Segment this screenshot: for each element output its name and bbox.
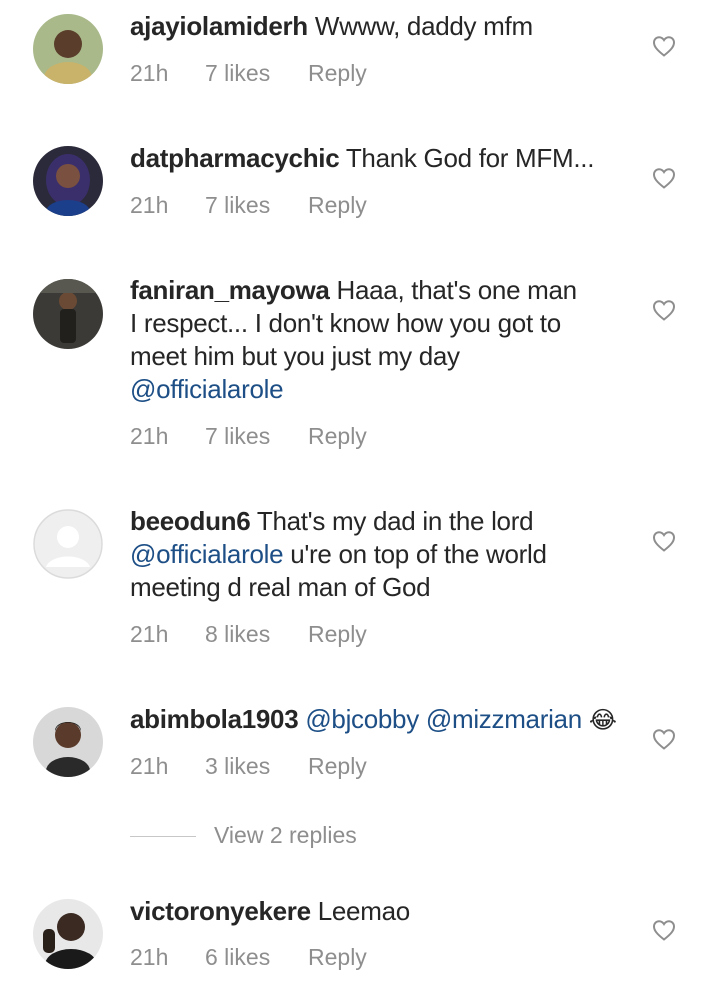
divider-line: [130, 836, 196, 837]
timestamp: 21h: [130, 753, 169, 779]
username[interactable]: faniran_mayowa: [130, 275, 330, 305]
timestamp: 21h: [130, 621, 169, 647]
avatar[interactable]: [33, 279, 103, 349]
comment-text: victoronyekere Leemao: [130, 895, 630, 928]
likes-count[interactable]: 7 likes: [205, 192, 270, 219]
avatar[interactable]: [33, 14, 103, 84]
comment-body: That's my dad in the lord: [256, 506, 534, 536]
username[interactable]: ajayiolamiderh: [130, 11, 308, 41]
likes-count[interactable]: 3 likes: [205, 753, 270, 780]
timestamp: 21h: [130, 423, 169, 449]
timestamp: 21h: [130, 944, 169, 970]
comment-body: Thank God for MFM...: [345, 143, 595, 173]
laughing-emoji-icon: 😂: [588, 707, 617, 734]
comment-body: Wwww, daddy mfm: [314, 11, 533, 41]
reply-button[interactable]: Reply: [308, 753, 367, 780]
avatar[interactable]: [33, 146, 103, 216]
heart-outline-icon[interactable]: [652, 530, 676, 552]
heart-outline-icon[interactable]: [652, 919, 676, 941]
timestamp: 21h: [130, 60, 169, 86]
heart-outline-icon[interactable]: [652, 299, 676, 321]
username[interactable]: beeodun6: [130, 506, 251, 536]
mention-link[interactable]: @mizzmarian: [426, 704, 582, 734]
comment-text: abimbola1903 @bjcobby @mizzmarian 😂: [130, 703, 630, 737]
avatar[interactable]: [33, 899, 103, 969]
likes-count[interactable]: 8 likes: [205, 621, 270, 648]
likes-count[interactable]: 7 likes: [205, 423, 270, 450]
username[interactable]: victoronyekere: [130, 896, 311, 926]
default-avatar[interactable]: [33, 509, 103, 579]
comment-text: ajayiolamiderh Wwww, daddy mfm: [130, 10, 630, 43]
timestamp: 21h: [130, 192, 169, 218]
username[interactable]: datpharmacychic: [130, 143, 340, 173]
likes-count[interactable]: 6 likes: [205, 944, 270, 971]
heart-outline-icon[interactable]: [652, 728, 676, 750]
heart-outline-icon[interactable]: [652, 167, 676, 189]
mention-link[interactable]: @officialarole: [130, 374, 284, 404]
reply-button[interactable]: Reply: [308, 944, 367, 971]
comment-text: datpharmacychic Thank God for MFM...: [130, 142, 630, 175]
comment-text: faniran_mayowa Haaa, that's one man I re…: [130, 274, 590, 406]
reply-button[interactable]: Reply: [308, 621, 367, 648]
comment-body: Leemao: [317, 896, 410, 926]
username[interactable]: abimbola1903: [130, 704, 299, 734]
reply-button[interactable]: Reply: [308, 192, 367, 219]
mention-link[interactable]: @bjcobby: [305, 704, 419, 734]
avatar[interactable]: [33, 707, 103, 777]
reply-button[interactable]: Reply: [308, 60, 367, 87]
view-replies-label[interactable]: View 2 replies: [214, 822, 357, 849]
likes-count[interactable]: 7 likes: [205, 60, 270, 87]
mention-link[interactable]: @officialarole: [130, 539, 284, 569]
comment-text: beeodun6 That's my dad in the lord @offi…: [130, 505, 590, 604]
reply-button[interactable]: Reply: [308, 423, 367, 450]
heart-outline-icon[interactable]: [652, 35, 676, 57]
